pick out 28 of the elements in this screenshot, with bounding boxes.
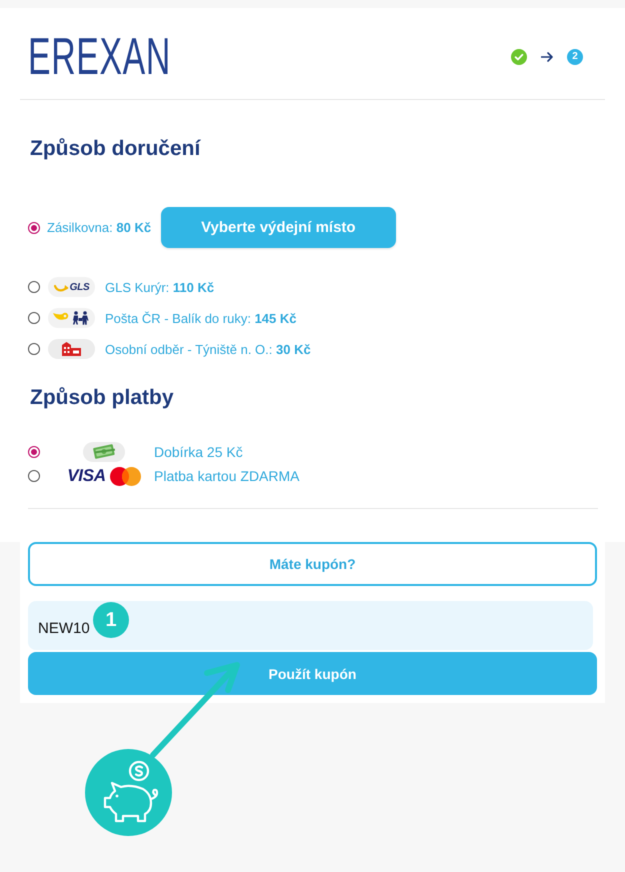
- section-heading: Způsob platby: [30, 385, 174, 411]
- radio-button[interactable]: [28, 222, 40, 234]
- arrow-right-icon: [541, 52, 553, 62]
- swoosh-arrow-icon: [54, 282, 69, 292]
- apply-coupon-button[interactable]: Použít kupón: [28, 652, 597, 695]
- step-number: 2: [567, 48, 583, 64]
- shipping-option-label: Pošta ČR - Balík do ruky: 145 Kč: [105, 310, 296, 326]
- shipping-option-label: GLS Kurýr: 110 Kč: [105, 280, 214, 294]
- pickup-point-button[interactable]: Vyberte výdejní místo: [161, 207, 396, 248]
- radio-button[interactable]: [28, 470, 40, 482]
- payment-option-label: Platba kartou ZDARMA: [154, 468, 300, 484]
- overlapping-circles-icon: [110, 466, 141, 486]
- building-icon: [48, 339, 95, 359]
- shipping-option-label: Zásilkovna: 80 Kč: [47, 220, 152, 235]
- piggy-bank-icon: [85, 749, 172, 836]
- section-heading: Způsob doručení: [30, 136, 200, 162]
- company-logo: EREXAN: [28, 36, 171, 76]
- banknotes-icon: [83, 442, 125, 462]
- radio-button[interactable]: [28, 312, 40, 324]
- payment-option-label: Dobírka 25 Kč: [154, 444, 243, 460]
- radio-button[interactable]: [28, 343, 40, 355]
- coupon-toggle-button[interactable]: Máte kupón?: [28, 542, 597, 586]
- shipping-option-label: Osobní odběr - Týniště n. O.: 30 Kč: [105, 342, 311, 356]
- radio-button[interactable]: [28, 281, 40, 293]
- post-horn-icon: [48, 308, 95, 328]
- logo-text: GLS: [70, 282, 90, 292]
- radio-button[interactable]: [28, 446, 40, 458]
- visa-logo: VISA: [67, 466, 106, 486]
